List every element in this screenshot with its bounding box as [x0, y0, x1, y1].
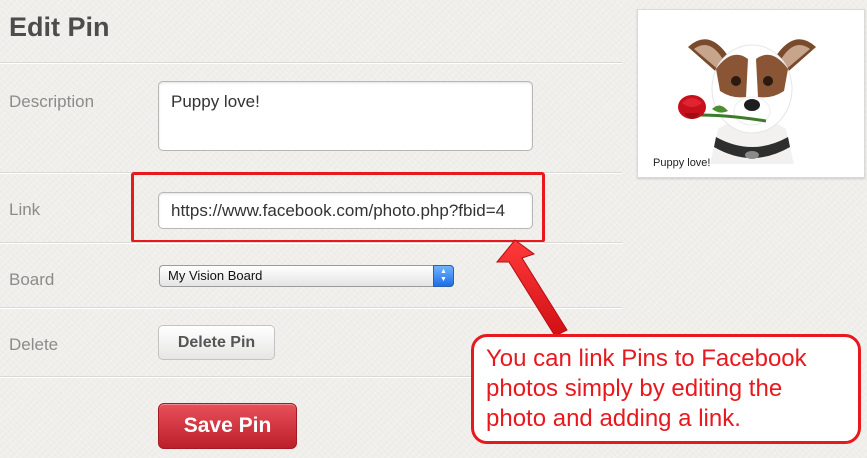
annotation-callout: You can link Pins to Facebook photos sim…: [471, 334, 861, 444]
